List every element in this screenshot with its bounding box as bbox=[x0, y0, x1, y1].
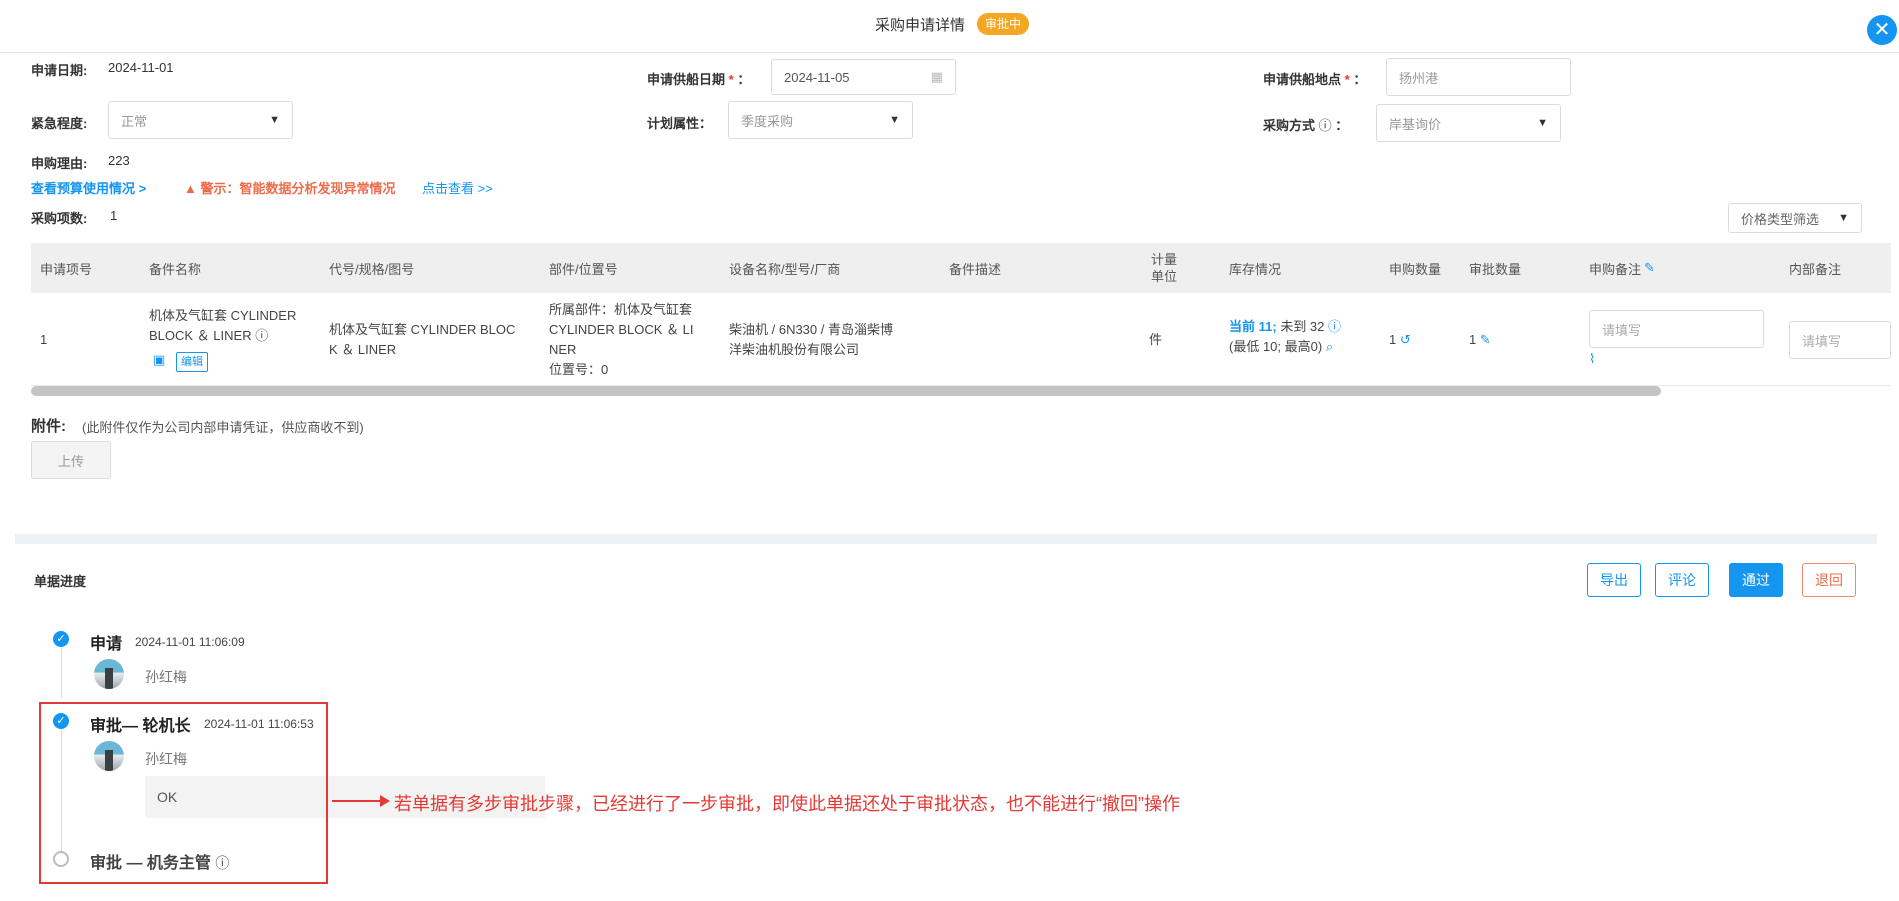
stock-detail-icon: ⌕ bbox=[1325, 339, 1334, 354]
info-icon: ⓘ bbox=[1328, 319, 1342, 334]
step-time: 2024-11-01 11:06:09 bbox=[135, 635, 245, 649]
col-unit: 计量单位 bbox=[1150, 252, 1177, 284]
annotation-arrow bbox=[332, 795, 390, 807]
calendar-icon: ▦ bbox=[930, 69, 943, 84]
warning-message: ▲ 警示：智能数据分析发现异常情况 bbox=[184, 181, 396, 196]
check-icon: ✓ bbox=[53, 631, 69, 647]
cell-unit: 件 bbox=[1149, 332, 1163, 347]
col-apply-remark: 申购备注 ✎ bbox=[1589, 260, 1655, 277]
dialog-header: 采购申请详情 审批中 bbox=[0, 0, 1899, 53]
col-equipment: 设备名称/型号/厂商 bbox=[729, 261, 841, 277]
col-spec: 代号/规格/图号 bbox=[329, 261, 415, 277]
plan-attr-label: 计划属性： bbox=[647, 116, 713, 131]
reason-value: 223 bbox=[108, 153, 130, 168]
upload-button[interactable]: 上传 bbox=[31, 441, 111, 479]
chevron-down-icon: ▼ bbox=[269, 114, 280, 126]
chevron-down-icon: ▼ bbox=[1838, 212, 1849, 224]
timeline-line bbox=[61, 648, 62, 698]
apply-remark-input[interactable]: 请填写 bbox=[1589, 310, 1764, 348]
history-icon: ↺ bbox=[1399, 332, 1411, 347]
progress-title: 单据进度 bbox=[34, 574, 87, 589]
status-badge: 审批中 bbox=[977, 13, 1030, 35]
urgency-select[interactable]: 正常 ▼ bbox=[108, 101, 293, 139]
ship-place-label: 申请供船地点 * ： bbox=[1263, 72, 1367, 87]
step-person: 孙红梅 bbox=[145, 669, 187, 685]
plan-attr-select[interactable]: 季度采购 ▼ bbox=[728, 101, 913, 139]
col-stock: 库存情况 bbox=[1229, 261, 1282, 277]
ship-date-input[interactable]: 2024-11-05 ▦ bbox=[771, 59, 956, 95]
edit-button[interactable]: 编辑 bbox=[176, 352, 208, 372]
attachment-note: (此附件仅作为公司内部申请凭证，供应商收不到) bbox=[82, 420, 364, 435]
avatar bbox=[94, 659, 124, 689]
export-button[interactable]: 导出 bbox=[1587, 563, 1641, 597]
item-count-label: 采购项数: bbox=[31, 211, 88, 226]
pass-button[interactable]: 通过 bbox=[1729, 563, 1783, 597]
section-separator bbox=[15, 534, 1877, 544]
apply-date-value: 2024-11-01 bbox=[108, 60, 174, 75]
chevron-down-icon: ▼ bbox=[1537, 117, 1548, 129]
budget-link[interactable]: 查看预算使用情况 > bbox=[31, 178, 146, 197]
col-description: 备件描述 bbox=[949, 261, 1002, 277]
ship-date-label: 申请供船日期 * ： bbox=[647, 72, 751, 87]
col-internal-remark: 内部备注 bbox=[1789, 261, 1842, 277]
attachment-label: 附件: bbox=[31, 418, 66, 435]
info-icon: ⓘ bbox=[255, 328, 269, 343]
warning-icon: ▲ bbox=[184, 181, 197, 196]
chevron-down-icon: ▼ bbox=[889, 114, 900, 126]
ship-place-input[interactable]: 扬州港 bbox=[1386, 58, 1571, 96]
dialog-title: 采购申请详情 bbox=[875, 17, 966, 34]
col-part-name: 备件名称 bbox=[149, 261, 202, 277]
warning-link[interactable]: 点击查看 >> bbox=[422, 178, 493, 197]
internal-remark-input[interactable]: 请填写 bbox=[1789, 321, 1891, 359]
item-count-value: 1 bbox=[110, 208, 118, 223]
purchase-method-label: 采购方式 ⓘ ： bbox=[1263, 118, 1349, 133]
price-type-filter[interactable]: 价格类型筛选 ▼ bbox=[1728, 203, 1862, 233]
col-apply-qty: 申购数量 bbox=[1389, 261, 1442, 277]
annotation-text: 若单据有多步审批步骤，已经进行了一步审批，即使此单据还处于审批状态，也不能进行“… bbox=[394, 794, 1180, 814]
cell-item-no: 1 bbox=[40, 332, 48, 347]
cell-approve-qty: 1 ✎ bbox=[1469, 332, 1491, 347]
cell-equipment: 柴油机 / 6N330 / 青岛淄柴博 洋柴油机股份有限公司 bbox=[729, 322, 893, 357]
urgency-label: 紧急程度: bbox=[31, 116, 88, 131]
close-icon[interactable]: ✕ bbox=[1867, 15, 1897, 45]
col-item-no: 申请项号 bbox=[40, 261, 93, 277]
return-button[interactable]: 退回 bbox=[1802, 563, 1856, 597]
edit-icon: ✎ bbox=[1479, 332, 1491, 347]
cell-stock: 当前 11; 未到 32 ⓘ (最低 10; 最高0) ⌕ bbox=[1229, 319, 1342, 354]
purchase-method-select[interactable]: 岸基询价 ▼ bbox=[1376, 104, 1561, 142]
info-icon: ⓘ bbox=[1318, 118, 1332, 133]
edit-icon: ✎ bbox=[1644, 260, 1655, 275]
step-title: 申请 bbox=[90, 636, 123, 653]
attachment-icon[interactable]: ⌇ bbox=[1589, 351, 1595, 367]
table-header: 申请项号 备件名称 代号/规格/图号 部件/位置号 设备名称/型号/厂商 备件描… bbox=[31, 243, 1891, 293]
horizontal-scrollbar[interactable] bbox=[31, 386, 1661, 396]
col-approve-qty: 审批数量 bbox=[1469, 261, 1522, 277]
cell-apply-qty: 1 ↺ bbox=[1389, 332, 1411, 347]
reason-label: 申购理由: bbox=[31, 156, 88, 171]
cell-position: 所属部件：机体及气缸套 CYLINDER BLOCK ＆ LI NER 位置号：0 bbox=[549, 302, 694, 377]
apply-date-label: 申请日期: bbox=[31, 63, 88, 78]
cell-part-name: 机体及气缸套 CYLINDER BLOCK ＆ LINER ⓘ bbox=[149, 308, 297, 343]
comment-button[interactable]: 评论 bbox=[1655, 563, 1709, 597]
cell-spec: 机体及气缸套 CYLINDER BLOC K ＆ LINER bbox=[329, 322, 516, 357]
image-icon[interactable]: ▣ bbox=[153, 352, 165, 368]
annotation-box bbox=[39, 702, 328, 884]
col-position: 部件/位置号 bbox=[549, 261, 618, 277]
